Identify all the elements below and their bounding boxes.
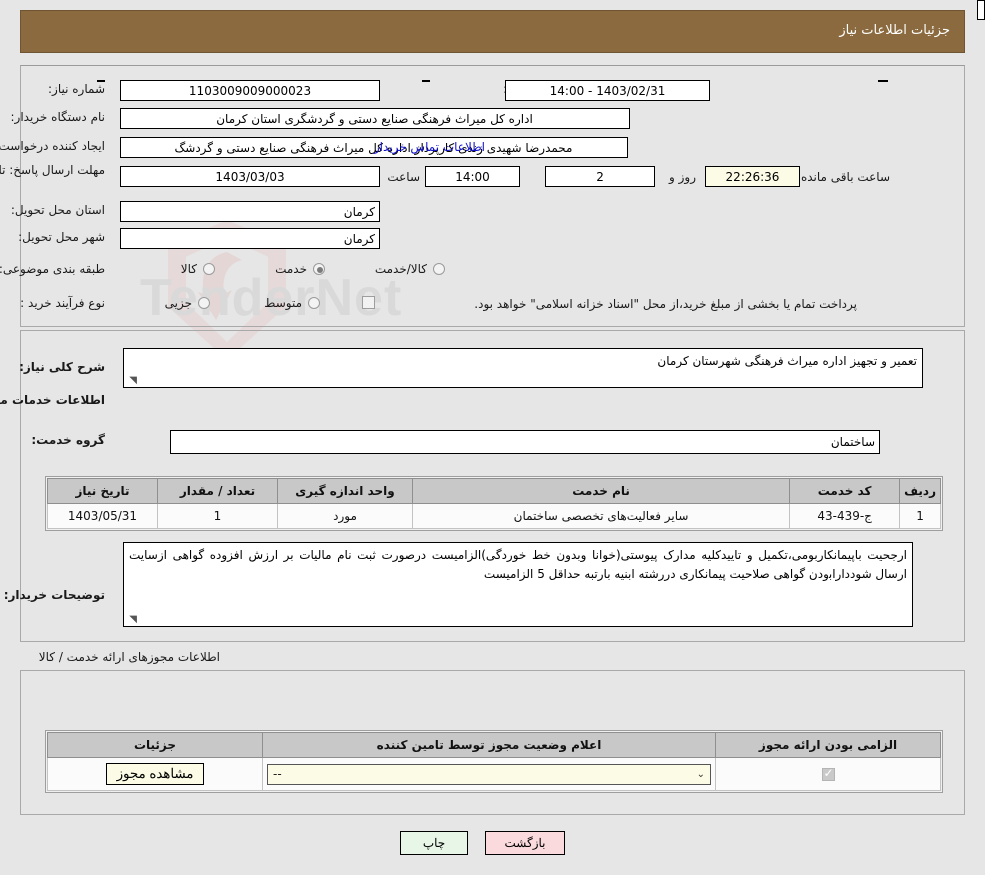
- remaining-days-value: 2: [545, 166, 655, 187]
- col-name: نام خدمت: [411, 478, 791, 504]
- radio-icon-motevaset[interactable]: [308, 297, 320, 309]
- category-option-0-label: کالا: [180, 262, 197, 276]
- cell-date: 1403/05/31: [47, 503, 158, 529]
- col-permit-status: اعلام وضعیت مجوز توسط تامین کننده: [262, 732, 716, 758]
- col-permit-details: جزئیات: [47, 732, 263, 758]
- table-row: ⌄ -- مشاهده مجوز: [47, 757, 941, 791]
- need-number-value: 1103009009000023: [120, 80, 380, 101]
- buyer-notes-label: توضیحات خریدار:: [3, 588, 105, 602]
- permits-table-wrap: الزامی بودن ارائه مجوز اعلام وضعیت مجوز …: [45, 730, 943, 793]
- creator-label: ایجاد کننده درخواست:: [0, 139, 105, 153]
- table-row: 1 ج-439-43 سایر فعالیت‌های تخصصی ساختمان…: [47, 503, 941, 529]
- services-table: ردیف کد خدمت نام خدمت واحد اندازه گیری ت…: [47, 478, 941, 529]
- page-root: TenderNet جزئیات اطلاعات نیاز شماره نیاز…: [0, 0, 985, 875]
- view-permit-button[interactable]: مشاهده مجوز: [105, 763, 205, 785]
- cell-name: سایر فعالیت‌های تخصصی ساختمان: [411, 503, 791, 529]
- process-option-1-label: متوسط: [264, 296, 302, 310]
- category-option-2-label: کالا/خدمت: [374, 262, 427, 276]
- buyer-org-value: اداره کل میراث فرهنگی صنایع دستی و گردشگ…: [120, 108, 630, 129]
- page-title: جزئیات اطلاعات نیاز: [839, 23, 950, 38]
- cell-permit-status: ⌄ --: [262, 757, 716, 791]
- need-number-label: شماره نیاز:: [48, 82, 105, 96]
- permits-section-title: اطلاعات مجوزهای ارائه خدمت / کالا: [38, 650, 220, 664]
- category-option-1-label: خدمت: [275, 262, 307, 276]
- services-table-wrap: ردیف کد خدمت نام خدمت واحد اندازه گیری ت…: [45, 476, 943, 531]
- deadline-hour-label: ساعت: [387, 170, 420, 184]
- buyer-org-label: نام دستگاه خریدار:: [10, 110, 106, 124]
- buyer-notes-value: ارجحیت باپیمانکاربومی،تکمیل و تاییدکلیه …: [129, 548, 907, 582]
- process-option-1[interactable]: متوسط: [264, 296, 320, 310]
- service-group-value: ساختمان: [170, 430, 880, 454]
- province-value: کرمان: [120, 201, 380, 222]
- need-number-row: شماره نیاز:: [48, 82, 105, 96]
- remaining-days-label: روز و: [669, 170, 696, 184]
- category-option-2[interactable]: کالا/خدمت: [375, 262, 445, 276]
- process-option-0[interactable]: جزیی: [165, 296, 210, 310]
- general-need-textarea[interactable]: تعمیر و تجهیز اداره میراث فرهنگی شهرستان…: [123, 348, 923, 388]
- permits-table-header-row: الزامی بودن ارائه مجوز اعلام وضعیت مجوز …: [47, 732, 941, 758]
- cell-permit-required: [715, 757, 941, 791]
- radio-icon-khedmat[interactable]: [313, 263, 325, 275]
- print-button[interactable]: چاپ: [400, 831, 468, 855]
- remaining-hours-label: ساعت باقی مانده: [800, 170, 890, 184]
- announce-spacer6: [977, 0, 985, 20]
- deadline-row: مهلت ارسال پاسخ: تا تاریخ:: [0, 162, 105, 178]
- header-bar: جزئیات اطلاعات نیاز: [20, 10, 965, 53]
- resize-grip-icon[interactable]: ◥: [127, 376, 137, 386]
- col-date: تاریخ نیاز: [47, 478, 158, 504]
- permit-status-select[interactable]: ⌄ --: [267, 763, 711, 785]
- process-type-label: نوع فرآیند خرید :: [20, 296, 105, 310]
- province-label: استان محل تحویل:: [10, 203, 105, 217]
- announce-spacer: [422, 80, 430, 82]
- radio-icon-kala-khedmat[interactable]: [433, 263, 445, 275]
- chevron-down-icon: ⌄: [696, 768, 705, 780]
- buyer-contact-link[interactable]: اطلاعات تماس خریدار: [374, 140, 485, 154]
- col-permit-required: الزامی بودن ارائه مجوز: [715, 732, 941, 758]
- buyer-notes-textarea[interactable]: ارجحیت باپیمانکاربومی،تکمیل و تاییدکلیه …: [123, 542, 913, 627]
- col-qty: تعداد / مقدار: [157, 478, 278, 504]
- permits-table: الزامی بودن ارائه مجوز اعلام وضعیت مجوز …: [47, 732, 941, 791]
- buyer-org-row: نام دستگاه خریدار:: [11, 110, 106, 124]
- permit-status-value: --: [273, 767, 282, 781]
- col-code: کد خدمت: [789, 478, 901, 504]
- province-row: استان محل تحویل:: [11, 203, 105, 217]
- category-option-0[interactable]: کالا: [181, 262, 215, 276]
- general-need-value: تعمیر و تجهیز اداره میراث فرهنگی شهرستان…: [657, 354, 917, 368]
- category-row: طبقه بندی موضوعی:: [0, 262, 105, 276]
- permit-required-checkbox: [821, 766, 835, 781]
- services-table-header-row: ردیف کد خدمت نام خدمت واحد اندازه گیری ت…: [47, 478, 941, 504]
- islamic-treasury-text: پرداخت تمام یا بخشی از مبلغ خرید،از محل …: [474, 297, 857, 311]
- radio-icon-kala[interactable]: [203, 263, 215, 275]
- cell-code: ج-439-43: [789, 503, 901, 529]
- col-unit: واحد اندازه گیری: [277, 478, 413, 504]
- islamic-treasury-checkbox[interactable]: [362, 296, 375, 309]
- general-need-label: شرح کلی نیاز:: [19, 360, 105, 374]
- announce-datetime-value: 1403/02/31 - 14:00: [505, 80, 710, 101]
- cell-qty: 1: [157, 503, 278, 529]
- deadline-time-value: 14:00: [425, 166, 520, 187]
- radio-icon-jozei[interactable]: [198, 297, 210, 309]
- city-value: کرمان: [120, 228, 380, 249]
- need-info-panel: [20, 65, 965, 327]
- cell-radif: 1: [899, 503, 941, 529]
- col-radif: ردیف: [899, 478, 941, 504]
- cell-unit: مورد: [277, 503, 413, 529]
- category-option-1[interactable]: خدمت: [275, 262, 325, 276]
- city-label: شهر محل تحویل:: [18, 230, 105, 244]
- back-button[interactable]: بازگشت: [485, 831, 565, 855]
- services-section-title: اطلاعات خدمات مورد نیاز: [0, 393, 105, 407]
- creator-row: ایجاد کننده درخواست:: [0, 139, 105, 153]
- city-row: شهر محل تحویل:: [18, 230, 105, 244]
- service-group-label: گروه خدمت:: [31, 433, 105, 447]
- process-row: نوع فرآیند خرید :: [20, 296, 105, 310]
- category-label: طبقه بندی موضوعی:: [0, 262, 105, 276]
- cell-permit-details: مشاهده مجوز: [47, 757, 263, 791]
- process-option-0-label: جزیی: [164, 296, 192, 310]
- resize-grip-icon-notes[interactable]: ◥: [127, 615, 137, 625]
- countdown-value: 22:26:36: [705, 166, 800, 187]
- deadline-label: مهلت ارسال پاسخ: تا تاریخ:: [0, 163, 105, 177]
- deadline-date-value: 1403/03/03: [120, 166, 380, 187]
